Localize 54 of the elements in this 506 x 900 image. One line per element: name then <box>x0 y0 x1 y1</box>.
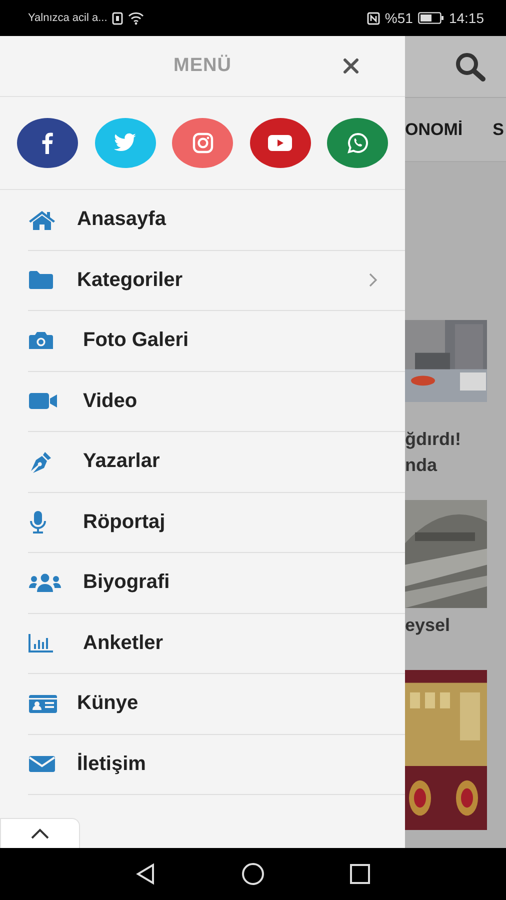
menu-item[interactable]: Künye <box>28 674 405 734</box>
folder-icon <box>28 270 54 290</box>
menu-item-label: Biyografi <box>83 571 170 594</box>
category-tab[interactable]: ONOMİ <box>405 120 463 140</box>
wifi-icon <box>128 12 144 24</box>
envelope-icon <box>28 755 56 774</box>
menu-item-label: Anasayfa <box>77 208 166 232</box>
nfc-icon <box>366 12 380 24</box>
notification-text: Yalnızca acil a... <box>28 12 108 24</box>
bird-icon <box>113 133 137 153</box>
menu-item-label: Röportaj <box>83 510 166 534</box>
menu-item-label: İletişim <box>77 752 146 776</box>
menu-item[interactable]: Yazarlar <box>28 432 405 492</box>
recents-icon[interactable] <box>349 863 371 885</box>
menu-item[interactable]: Kategoriler <box>28 250 405 311</box>
category-tab[interactable]: S <box>492 120 504 140</box>
close-icon[interactable] <box>343 58 359 74</box>
id-card-icon <box>28 694 58 714</box>
battery-percent: %51 <box>384 10 413 26</box>
home-icon <box>28 210 56 230</box>
pen-icon <box>28 450 54 474</box>
chevron-up-icon <box>30 828 50 840</box>
menu-item[interactable]: Röportaj <box>28 492 405 553</box>
instagram-icon <box>192 132 214 154</box>
video-camera-icon <box>28 392 58 410</box>
menu-item-label: Video <box>83 390 138 413</box>
article-title-fragment[interactable]: nda <box>405 452 488 478</box>
sim-icon <box>112 12 124 24</box>
back-icon[interactable] <box>135 863 157 885</box>
clock: 14:15 <box>448 10 484 26</box>
menu-item[interactable]: Anasayfa <box>28 190 405 250</box>
menu-title: MENÜ <box>174 55 232 77</box>
whatsapp-icon <box>346 132 368 154</box>
search-icon[interactable] <box>454 52 488 82</box>
home-button-icon[interactable] <box>241 862 265 886</box>
menu-item[interactable]: İletişim <box>28 734 405 795</box>
camera-icon <box>28 330 54 351</box>
battery-icon <box>418 12 444 24</box>
bar-chart-icon <box>28 633 54 654</box>
article-title-fragment[interactable]: eysel <box>405 612 488 638</box>
menu-item-label: Foto Galeri <box>83 329 189 352</box>
menu-item-label: Yazarlar <box>83 450 160 474</box>
microphone-icon <box>28 510 48 534</box>
youtube-button[interactable] <box>250 118 310 168</box>
menu-item-label: Kategoriler <box>77 268 183 292</box>
menu-item[interactable]: Foto Galeri <box>28 311 405 372</box>
article-title-fragment[interactable]: ğdırdı! <box>405 426 488 452</box>
menu-item[interactable]: Video <box>28 372 405 432</box>
menu-item[interactable]: Anketler <box>28 614 405 674</box>
menu-item[interactable]: Biyografi <box>28 553 405 614</box>
menu-item-label: Anketler <box>83 632 164 655</box>
users-icon <box>28 572 62 593</box>
play-icon <box>267 133 293 153</box>
menu-item-label: Künye <box>77 692 138 716</box>
